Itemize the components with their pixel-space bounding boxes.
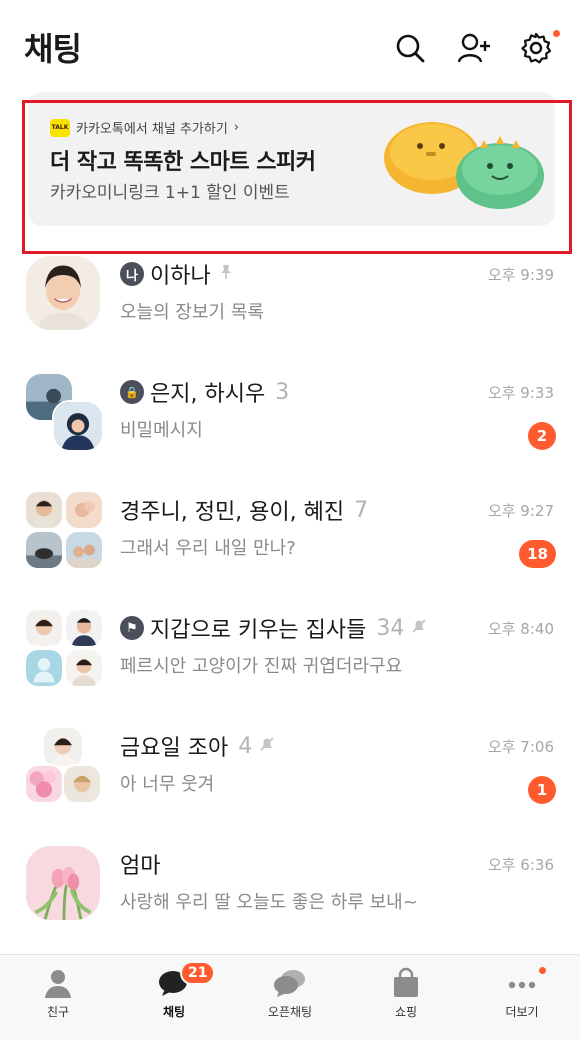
mute-icon (258, 734, 276, 759)
chat-name: 지갑으로 키우는 집사들 (150, 618, 367, 643)
chat-list: 나 이하나 오늘의 장보기 목록 오후 9:39 🔒 은지, 하시우 3 비밀메… (0, 252, 580, 960)
chat-time: 오후 9:39 (487, 266, 554, 284)
avatar (24, 372, 104, 452)
highlight-frame (22, 100, 572, 254)
more-notification-dot (539, 967, 546, 974)
chat-name: 금요일 조아 (120, 736, 229, 761)
nav-label: 쇼핑 (394, 1005, 418, 1019)
chat-preview: 페르시안 고양이가 진짜 귀엽더라구요 (120, 656, 403, 677)
chat-row[interactable]: ⚑ 지갑으로 키우는 집사들 34 페르시안 고양이가 진짜 귀엽더라구요 오후… (0, 606, 580, 724)
member-count: 4 (238, 733, 253, 759)
mute-icon (410, 616, 428, 641)
chat-row[interactable]: 엄마 사랑해 우리 딸 오늘도 좋은 하루 보내~ 오후 6:36 (0, 842, 580, 960)
nav-label: 채팅 (162, 1005, 186, 1019)
nav-label: 더보기 (505, 1005, 539, 1019)
avatar (24, 844, 104, 924)
profile-photo (42, 726, 84, 768)
add-friend-icon[interactable] (456, 30, 492, 66)
chat-time: 오후 7:06 (487, 738, 554, 756)
chat-time: 오후 9:33 (487, 384, 554, 402)
chat-preview: 그래서 우리 내일 만나? (120, 538, 296, 559)
chat-name: 엄마 (120, 854, 161, 879)
avatar (24, 726, 104, 806)
me-badge-icon: 나 (120, 262, 144, 286)
chat-row[interactable]: 금요일 조아 4 아 너무 웃겨 오후 7:06 1 (0, 724, 580, 842)
nav-more[interactable]: 더보기 (464, 955, 580, 1040)
lock-icon: 🔒 (120, 380, 144, 404)
unread-badge: 1 (528, 776, 556, 804)
avatar (24, 490, 104, 570)
nav-label: 친구 (46, 1005, 70, 1019)
profile-photo (24, 648, 64, 688)
settings-notification-dot (553, 30, 560, 37)
unread-badge: 2 (528, 422, 556, 450)
chat-time: 오후 8:40 (487, 620, 554, 638)
profile-photo (24, 530, 64, 570)
more-dots-icon (505, 967, 539, 999)
member-count: 3 (275, 379, 290, 405)
chat-preview: 오늘의 장보기 목록 (120, 302, 264, 323)
nav-shopping[interactable]: 쇼핑 (348, 955, 464, 1040)
nav-open-chat[interactable]: 오픈채팅 (232, 955, 348, 1040)
profile-photo (24, 490, 64, 530)
chat-row[interactable]: 🔒 은지, 하시우 3 비밀메시지 오후 9:33 2 (0, 370, 580, 488)
profile-photo (24, 764, 64, 804)
settings-icon[interactable] (518, 30, 554, 66)
chat-name: 이하나 (150, 264, 211, 289)
profile-photo (52, 400, 104, 452)
profile-photo (24, 608, 64, 648)
pin-icon (217, 262, 235, 287)
avatar (24, 608, 104, 688)
member-count: 7 (354, 497, 369, 523)
chat-time: 오후 6:36 (487, 856, 554, 874)
member-count: 34 (376, 615, 405, 641)
flag-icon: ⚑ (120, 616, 144, 640)
page-title: 채팅 (24, 30, 82, 68)
header: 채팅 (0, 0, 580, 92)
chat-time: 오후 9:27 (487, 502, 554, 520)
person-icon (41, 967, 75, 999)
search-icon[interactable] (392, 30, 428, 66)
shopping-bag-icon (389, 967, 423, 999)
chat-name: 경주니, 정민, 용이, 혜진 (120, 500, 345, 525)
nav-chats[interactable]: 21 채팅 (116, 955, 232, 1040)
profile-photo (24, 254, 102, 332)
chat-row[interactable]: 경주니, 정민, 용이, 혜진 7 그래서 우리 내일 만나? 오후 9:27 … (0, 488, 580, 606)
avatar (24, 254, 104, 334)
chat-name: 은지, 하시우 (150, 382, 266, 407)
profile-photo (64, 648, 104, 688)
bottom-nav: 친구 21 채팅 오픈채팅 쇼핑 더보기 (0, 954, 580, 1040)
profile-photo (64, 608, 104, 648)
unread-badge: 18 (519, 540, 556, 568)
profile-photo (24, 844, 102, 922)
profile-photo (64, 490, 104, 530)
nav-friends[interactable]: 친구 (0, 955, 116, 1040)
nav-label: 오픈채팅 (267, 1005, 313, 1019)
chat-preview: 사랑해 우리 딸 오늘도 좋은 하루 보내~ (120, 892, 418, 913)
chat-count-badge: 21 (180, 961, 216, 985)
chat-preview: 아 너무 웃겨 (120, 774, 215, 795)
chat-row[interactable]: 나 이하나 오늘의 장보기 목록 오후 9:39 (0, 252, 580, 370)
profile-photo (62, 764, 102, 804)
chat-preview: 비밀메시지 (120, 420, 203, 441)
open-chat-icon (273, 967, 307, 999)
profile-photo (64, 530, 104, 570)
